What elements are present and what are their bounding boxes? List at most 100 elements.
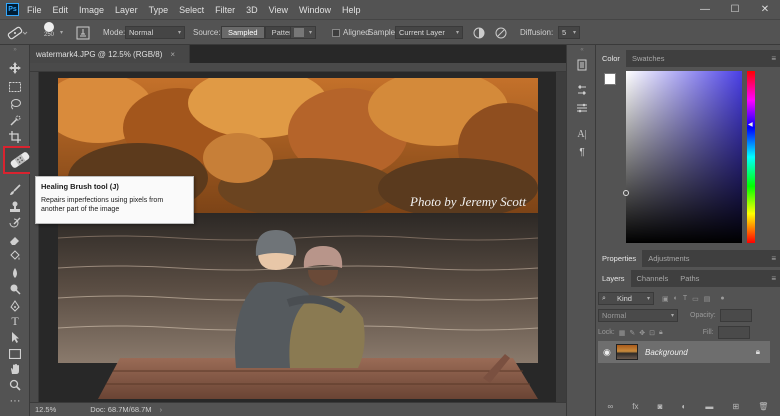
add-mask-icon[interactable]: ◙ [658, 402, 663, 411]
new-layer-icon[interactable]: ⊞ [732, 402, 739, 411]
image-canvas[interactable]: Photo by Jeremy Scott [58, 78, 538, 399]
hue-slider[interactable] [747, 71, 755, 243]
blend-mode-select[interactable]: Normal ▾ [598, 309, 678, 322]
layer-style-icon[interactable]: fx [632, 402, 638, 411]
adjustments-panel-icon[interactable] [574, 83, 590, 97]
lock-image-icon[interactable]: ✎ [629, 329, 635, 337]
pressure-size-icon[interactable] [494, 26, 508, 40]
lock-all-icon[interactable]: 🔒︎ [659, 329, 663, 337]
chevron-down-icon: ▾ [177, 30, 181, 36]
panel-collapse-icon[interactable]: » [5, 47, 25, 53]
mode-select[interactable]: Normal ▾ [125, 26, 185, 39]
zoom-tool-icon[interactable] [5, 377, 25, 393]
chevron-down-icon: ▾ [670, 313, 674, 319]
fill-input[interactable] [717, 326, 750, 339]
marquee-tool-icon[interactable] [5, 79, 25, 95]
panel-menu-icon[interactable]: ≡ [771, 54, 776, 63]
filter-pixel-icon[interactable]: ▣ [662, 295, 669, 303]
menu-select[interactable]: Select [179, 5, 204, 15]
status-menu-arrow-icon[interactable]: › [160, 405, 163, 414]
dodge-tool-icon[interactable] [5, 281, 25, 297]
menu-window[interactable]: Window [299, 5, 331, 15]
crop-tool-icon[interactable] [5, 129, 25, 145]
minimize-button[interactable]: — [690, 0, 720, 19]
opacity-input[interactable] [719, 309, 752, 322]
adjustment-layer-icon[interactable]: ◐ [682, 402, 687, 411]
clone-source-panel-button[interactable] [76, 24, 90, 41]
panel-menu-icon[interactable]: ≡ [771, 274, 776, 283]
brush-tool-icon[interactable] [5, 182, 25, 198]
vertical-scrollbar[interactable] [556, 72, 566, 402]
more-tools-icon[interactable]: ··· [5, 393, 25, 409]
menu-file[interactable]: File [27, 5, 42, 15]
link-layers-icon[interactable]: ∞ [608, 402, 614, 411]
ruler-vertical[interactable] [30, 72, 39, 402]
filter-shape-icon[interactable]: ▭ [692, 295, 699, 303]
path-selection-tool-icon[interactable] [5, 329, 25, 345]
menu-help[interactable]: Help [342, 5, 361, 15]
menu-view[interactable]: View [269, 5, 288, 15]
menu-edit[interactable]: Edit [53, 5, 69, 15]
tab-paths[interactable]: Paths [674, 270, 705, 287]
history-panel-icon[interactable] [574, 58, 590, 72]
foreground-color-swatch[interactable] [604, 73, 616, 85]
color-field[interactable] [623, 71, 742, 243]
clone-stamp-tool-icon[interactable] [5, 199, 25, 215]
type-tool-icon[interactable]: T [5, 313, 25, 329]
tab-properties[interactable]: Properties [596, 250, 643, 267]
source-sampled-button[interactable]: Sampled [221, 26, 265, 39]
brush-size-picker[interactable]: 250 [44, 22, 54, 39]
filter-toggle-icon[interactable]: ● [720, 295, 724, 302]
layer-row-background[interactable]: ◉ Background 🔒︎ [598, 341, 770, 363]
tab-swatches[interactable]: Swatches [626, 50, 671, 67]
menu-type[interactable]: Type [149, 5, 169, 15]
sample-all-layers-adjustment-icon[interactable] [472, 26, 486, 40]
delete-layer-icon[interactable]: 🗑︎ [758, 402, 768, 411]
quick-selection-tool-icon[interactable] [5, 113, 25, 129]
lock-transparent-icon[interactable]: ▦ [619, 329, 626, 337]
paragraph-panel-icon[interactable]: ¶ [574, 145, 590, 159]
tab-layers[interactable]: Layers [596, 270, 631, 287]
ruler-horizontal[interactable] [30, 63, 566, 72]
tab-adjustments[interactable]: Adjustments [642, 250, 695, 267]
lasso-tool-icon[interactable] [5, 96, 25, 112]
visibility-eye-icon[interactable]: ◉ [603, 347, 611, 358]
history-brush-tool-icon[interactable] [5, 215, 25, 231]
tool-preset-picker[interactable] [6, 24, 28, 41]
panel-collapse-icon[interactable]: « [574, 47, 590, 53]
pattern-picker[interactable]: ▾ [290, 26, 316, 39]
zoom-level[interactable]: 12.5% [35, 405, 56, 414]
filter-adjustment-icon[interactable]: ◐ [674, 295, 678, 302]
tab-channels[interactable]: Channels [631, 270, 675, 287]
sample-select[interactable]: Current Layer ▾ [395, 26, 463, 39]
rectangle-tool-icon[interactable] [5, 346, 25, 362]
maximize-button[interactable]: ☐ [720, 0, 750, 19]
lock-artboard-icon[interactable]: ⊡ [649, 329, 655, 337]
document-title: watermark4.JPG @ 12.5% (RGB/8) [36, 49, 163, 59]
properties-sliders-icon[interactable] [574, 101, 590, 115]
blur-tool-icon[interactable] [5, 265, 25, 281]
eraser-tool-icon[interactable] [5, 232, 25, 248]
menu-filter[interactable]: Filter [215, 5, 235, 15]
close-tab-icon[interactable]: × [170, 50, 175, 59]
move-tool-icon[interactable] [5, 60, 25, 76]
filter-smart-object-icon[interactable]: ▤ [704, 295, 711, 303]
lock-position-icon[interactable]: ✥ [639, 329, 645, 337]
character-panel-icon[interactable]: A| [574, 127, 590, 141]
new-group-icon[interactable]: ▬ [705, 402, 713, 411]
filter-type-icon[interactable]: T [683, 295, 687, 302]
document-tab[interactable]: watermark4.JPG @ 12.5% (RGB/8) × [30, 45, 190, 63]
tab-color[interactable]: Color [596, 50, 626, 67]
diffusion-select[interactable]: 5 ▾ [558, 26, 580, 39]
layer-kind-filter[interactable]: ⌕ Kind ▾ [598, 292, 654, 305]
panel-menu-icon[interactable]: ≡ [771, 254, 776, 263]
brush-settings-arrow[interactable]: ▾ [60, 24, 63, 41]
menu-layer[interactable]: Layer [115, 5, 138, 15]
pen-tool-icon[interactable] [5, 298, 25, 314]
menu-image[interactable]: Image [79, 5, 104, 15]
close-window-button[interactable]: ✕ [750, 0, 780, 19]
menu-3d[interactable]: 3D [246, 5, 258, 15]
paint-bucket-tool-icon[interactable] [5, 248, 25, 264]
hand-tool-icon[interactable] [5, 361, 25, 377]
aligned-checkbox[interactable] [332, 28, 340, 37]
